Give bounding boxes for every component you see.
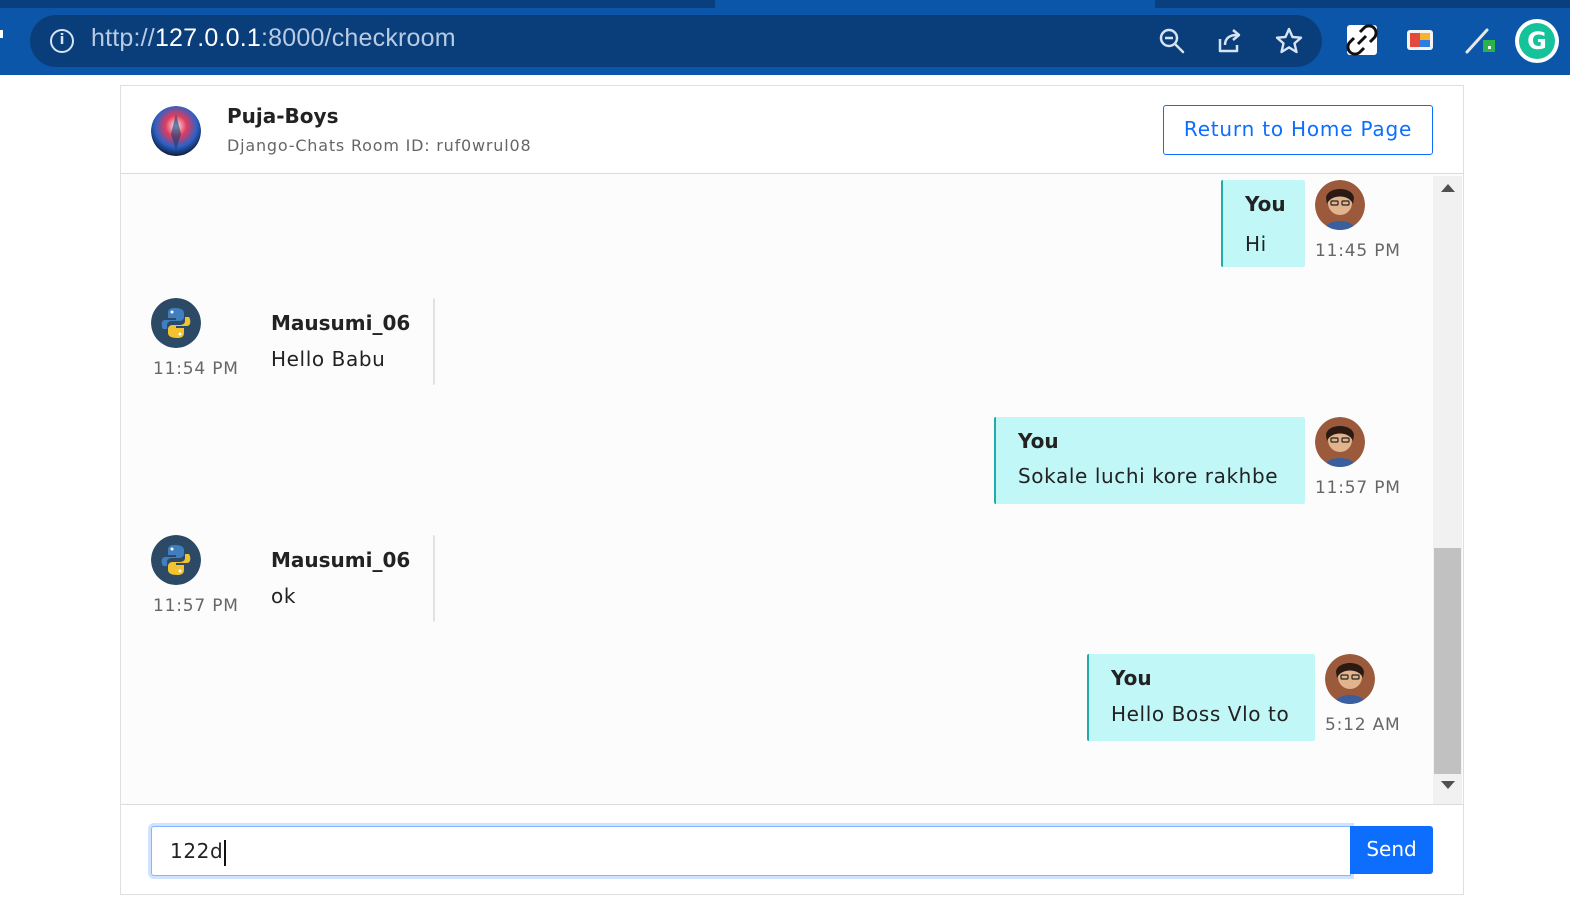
message-outgoing: You Hi: [1221, 180, 1305, 267]
link-extension-icon[interactable]: [1346, 24, 1378, 56]
scroll-down-arrow-icon[interactable]: [1441, 781, 1455, 789]
return-home-button[interactable]: Return to Home Page: [1163, 105, 1433, 155]
room-name: Puja-Boys: [227, 104, 339, 128]
message-outgoing: You Sokale luchi kore rakhbe: [994, 417, 1305, 504]
message-text: Hello Babu: [271, 347, 386, 371]
color-extension-icon[interactable]: [1404, 24, 1436, 56]
scroll-up-arrow-icon[interactable]: [1441, 184, 1455, 192]
message-outgoing: You Hello Boss Vlo to: [1087, 654, 1315, 741]
tab-strip: [0, 0, 1570, 8]
message-incoming: Mausumi_06 Hello Babu: [257, 298, 435, 385]
text-caret: [224, 839, 227, 866]
message-time: 11:54 PM: [153, 359, 239, 379]
message-sender: You: [1111, 666, 1152, 690]
message-input[interactable]: 122d: [151, 826, 1351, 876]
message-time: 11:57 PM: [1315, 478, 1401, 498]
message-time: 11:45 PM: [1315, 241, 1401, 261]
message-sender: You: [1245, 192, 1286, 216]
user-avatar: [151, 535, 201, 585]
message-time: 11:57 PM: [153, 596, 239, 616]
message-text: ok: [271, 584, 297, 608]
grammarly-badge: G: [1519, 23, 1555, 59]
active-tab[interactable]: [715, 0, 1155, 8]
message-list[interactable]: You Hi 11:45 PM 11:54 PM Mausumi_06 Hell…: [121, 175, 1463, 804]
message-text: Hi: [1245, 232, 1267, 256]
zoom-icon[interactable]: [1157, 26, 1187, 56]
url-text[interactable]: http://127.0.0.1:8000/checkroom: [91, 24, 456, 53]
message-sender: Mausumi_06: [271, 311, 411, 335]
url-path: :8000/checkroom: [261, 24, 456, 52]
url-host: 127.0.0.1: [154, 24, 261, 52]
message-sender: Mausumi_06: [271, 548, 411, 572]
user-avatar: [1315, 180, 1365, 230]
user-avatar: [1315, 417, 1365, 467]
url-scheme: http://: [91, 24, 155, 52]
user-avatar: [151, 298, 201, 348]
message-input-value: 122d: [170, 839, 224, 863]
share-icon[interactable]: [1215, 26, 1245, 56]
scroll-thumb[interactable]: [1434, 548, 1461, 774]
chat-header: Puja-Boys Django-Chats Room ID: ruf0wrul…: [121, 86, 1463, 174]
bookmark-star-icon[interactable]: [1274, 26, 1304, 56]
message-text: Sokale luchi kore rakhbe: [1018, 464, 1279, 488]
pen-extension-icon[interactable]: [1463, 24, 1495, 56]
send-button[interactable]: Send: [1350, 826, 1433, 874]
message-incoming: Mausumi_06 ok: [257, 535, 435, 622]
tab-edge: [0, 30, 3, 38]
room-avatar: [151, 106, 201, 156]
message-time: 5:12 AM: [1325, 715, 1401, 735]
info-icon[interactable]: i: [50, 29, 74, 53]
grammarly-icon[interactable]: G: [1515, 19, 1559, 63]
chat-footer: 122d Send: [121, 804, 1463, 894]
message-text: Hello Boss Vlo to: [1111, 702, 1290, 726]
user-avatar: [1325, 654, 1375, 704]
room-id: Django-Chats Room ID: ruf0wrul08: [227, 136, 532, 155]
message-sender: You: [1018, 429, 1059, 453]
scrollbar[interactable]: [1433, 176, 1462, 804]
chat-card: Puja-Boys Django-Chats Room ID: ruf0wrul…: [120, 85, 1464, 895]
